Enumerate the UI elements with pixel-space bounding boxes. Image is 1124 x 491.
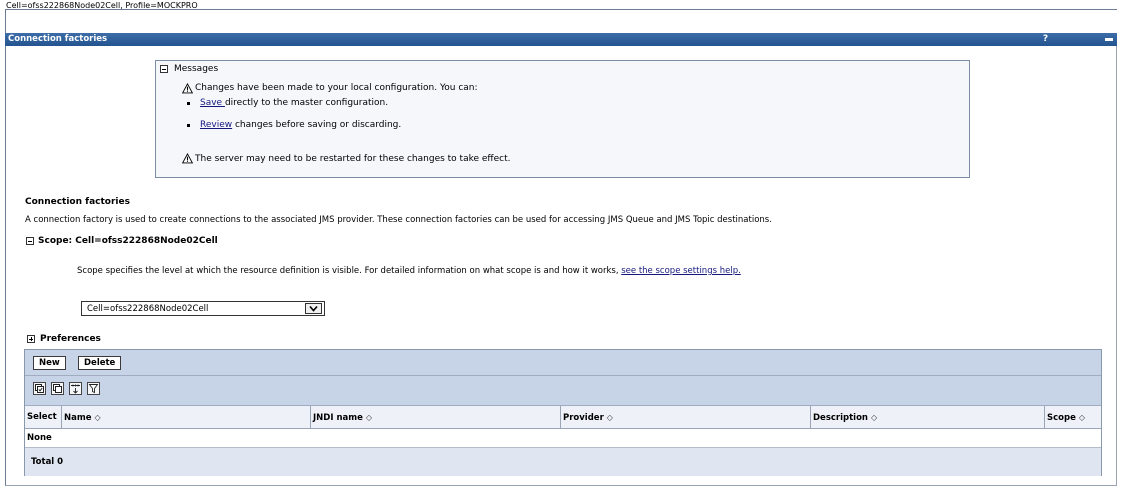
collapse-scope-icon[interactable] bbox=[26, 237, 34, 245]
chevron-down-icon[interactable] bbox=[305, 303, 322, 314]
column-scope-label: Scope bbox=[1047, 413, 1076, 423]
scope-description: Scope specifies the level at which the r… bbox=[77, 266, 837, 277]
column-provider-label: Provider bbox=[563, 413, 604, 423]
warning-icon bbox=[182, 153, 193, 164]
messages-header: Messages bbox=[174, 64, 219, 74]
sort-icon[interactable]: ◇ bbox=[94, 413, 100, 422]
column-header-select: Select bbox=[25, 406, 62, 429]
help-icon[interactable]: ? bbox=[1041, 34, 1050, 44]
column-header-scope[interactable]: Scope ◇ bbox=[1045, 406, 1101, 429]
column-description-label: Description bbox=[813, 413, 868, 423]
panel-titlebar: Connection factories ? bbox=[5, 33, 1117, 46]
scope-select[interactable]: Cell=ofss222868Node02Cell bbox=[81, 301, 325, 316]
minimize-icon[interactable] bbox=[1105, 38, 1113, 41]
save-line: Save directly to the master configuratio… bbox=[200, 98, 388, 109]
icon-toolbar bbox=[25, 376, 1101, 406]
table-total-row: Total 0 bbox=[25, 448, 1101, 476]
scope-help-link[interactable]: see the scope settings help. bbox=[621, 266, 741, 276]
save-line-text: directly to the master configuration. bbox=[224, 98, 389, 108]
scope-header: Scope: Cell=ofss222868Node02Cell bbox=[38, 236, 218, 246]
collapse-messages-icon[interactable] bbox=[160, 65, 168, 73]
review-line-text: changes before saving or discarding. bbox=[232, 120, 402, 130]
show-filter-icon[interactable] bbox=[87, 382, 100, 395]
sort-icon[interactable]: ◇ bbox=[871, 413, 877, 422]
section-description: A connection factory is used to create c… bbox=[25, 215, 772, 225]
expand-filter-icon[interactable] bbox=[69, 382, 82, 395]
column-header-provider[interactable]: Provider ◇ bbox=[561, 406, 811, 429]
column-header-jndi-name[interactable]: JNDI name ◇ bbox=[311, 406, 561, 429]
scope-description-text: Scope specifies the level at which the r… bbox=[77, 266, 622, 276]
section-title: Connection factories bbox=[25, 197, 130, 207]
sort-icon[interactable]: ◇ bbox=[1079, 413, 1085, 422]
table-header-row: Select Name ◇ JNDI name ◇ Provider ◇ Des… bbox=[25, 406, 1101, 429]
column-header-name[interactable]: Name ◇ bbox=[62, 406, 311, 429]
select-all-icon[interactable] bbox=[33, 382, 46, 395]
panel-title: Connection factories bbox=[8, 34, 108, 44]
save-link[interactable]: Save bbox=[200, 98, 225, 108]
column-jndi-label: JNDI name bbox=[313, 413, 363, 423]
restart-text: The server may need to be restarted for … bbox=[195, 154, 511, 164]
bullet bbox=[187, 124, 190, 127]
sort-icon[interactable]: ◇ bbox=[366, 413, 372, 422]
messages-changes-text: Changes have been made to your local con… bbox=[195, 83, 478, 93]
preferences-header[interactable]: Preferences bbox=[40, 334, 101, 344]
scope-select-value: Cell=ofss222868Node02Cell bbox=[87, 304, 209, 314]
button-toolbar: New Delete bbox=[25, 350, 1101, 376]
bullet bbox=[187, 102, 190, 105]
warning-icon bbox=[182, 83, 193, 94]
messages-box: Messages Changes have been made to your … bbox=[155, 60, 970, 178]
sort-icon[interactable]: ◇ bbox=[607, 413, 613, 422]
review-link[interactable]: Review bbox=[200, 120, 232, 130]
delete-button[interactable]: Delete bbox=[78, 356, 122, 370]
column-name-label: Name bbox=[64, 413, 92, 423]
table-empty-row: None bbox=[25, 429, 1101, 448]
scope-header-value: ofss222868Node02Cell bbox=[101, 236, 218, 246]
column-header-description[interactable]: Description ◇ bbox=[811, 406, 1045, 429]
review-line: Review changes before saving or discardi… bbox=[200, 120, 401, 131]
expand-preferences-icon[interactable] bbox=[27, 335, 35, 343]
deselect-all-icon[interactable] bbox=[51, 382, 64, 395]
new-button[interactable]: New bbox=[33, 356, 66, 370]
connection-factories-table: New Delete Select Name ◇ JNDI name ◇ Pro… bbox=[24, 349, 1102, 476]
scope-header-label: Scope: Cell= bbox=[38, 236, 102, 246]
